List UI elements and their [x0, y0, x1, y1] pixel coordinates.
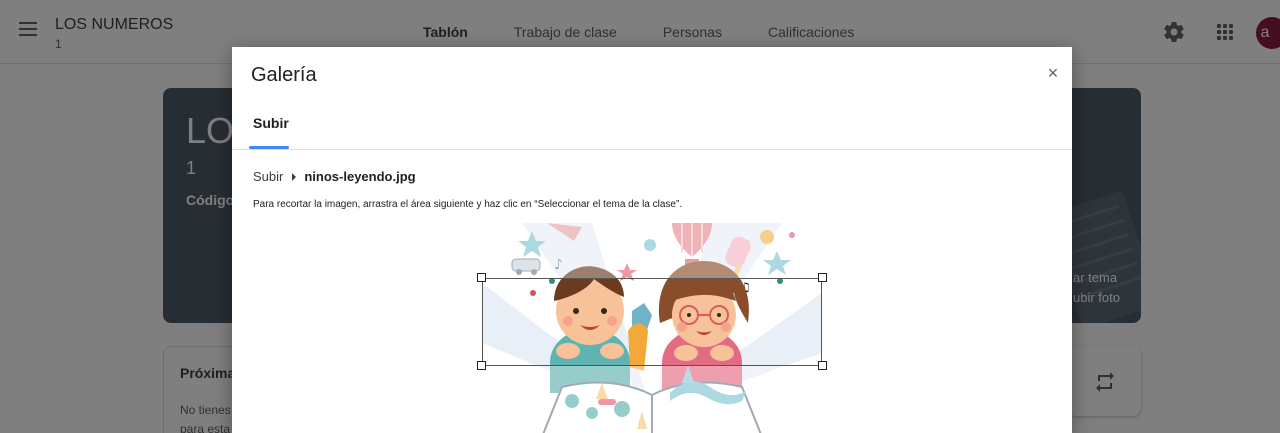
close-icon[interactable]: × [1044, 64, 1062, 82]
crop-handle-bottom-right[interactable] [818, 361, 827, 370]
chevron-right-icon [292, 172, 297, 181]
tab-divider [232, 149, 1072, 150]
dialog-title: Galería [251, 64, 317, 86]
gallery-dialog: Galería × Subir Subir ninos-leyendo.jpg … [232, 47, 1072, 433]
svg-text:♪: ♪ [554, 257, 563, 273]
crop-selection[interactable] [482, 278, 822, 366]
crop-handle-top-left[interactable] [477, 273, 486, 282]
tab-upload[interactable]: Subir [250, 115, 292, 149]
crop-instructions: Para recortar la imagen, arrastra el áre… [253, 199, 683, 210]
breadcrumb: Subir ninos-leyendo.jpg [253, 169, 416, 184]
crop-handle-top-right[interactable] [818, 273, 827, 282]
crop-handle-bottom-left[interactable] [477, 361, 486, 370]
breadcrumb-root[interactable]: Subir [253, 169, 283, 184]
breadcrumb-file: ninos-leyendo.jpg [304, 169, 416, 184]
